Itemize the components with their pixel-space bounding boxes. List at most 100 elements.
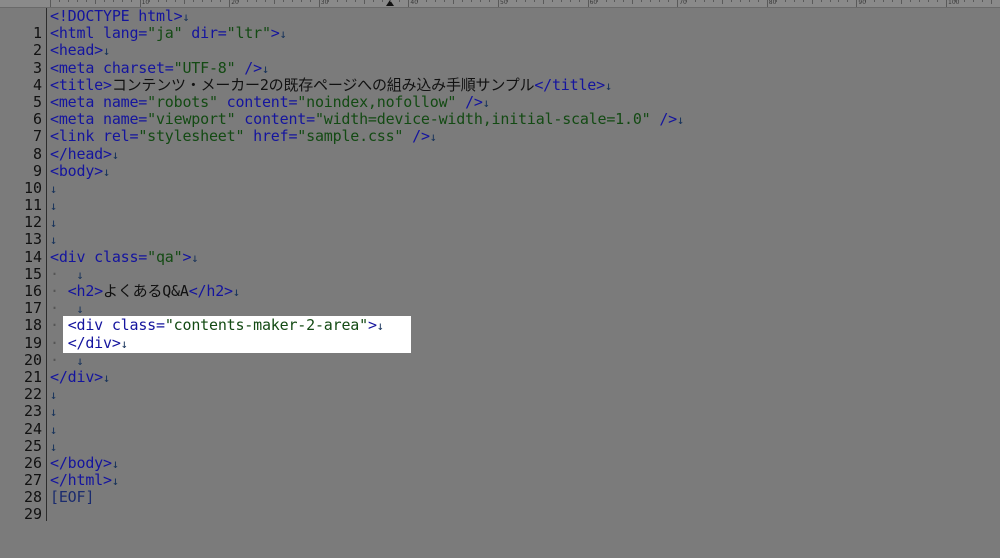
- ruler-tick: [515, 0, 517, 2]
- code-text: content=: [217, 92, 298, 111]
- ruler-tick: [937, 0, 939, 2]
- eol-marker: ↓: [261, 61, 269, 76]
- indent-marker: ·: [50, 282, 59, 300]
- ruler-label: 70: [679, 0, 687, 6]
- code-string: "width=device-width,initial-scale=1.0": [314, 110, 651, 129]
- ruler-tick: [175, 0, 177, 2]
- ruler-tick: [300, 0, 302, 2]
- ruler-tick: [560, 0, 562, 2]
- ruler-tick: [677, 0, 679, 7]
- ruler-tick: [282, 0, 284, 2]
- ruler-tick: [829, 0, 831, 2]
- ruler-label: 90: [858, 0, 867, 6]
- ruler-tick: [551, 0, 553, 2]
- code-text: </body>: [50, 453, 112, 472]
- ruler-label: 100: [948, 0, 960, 6]
- ruler-tick: [381, 0, 383, 2]
- ruler-tick: [112, 0, 114, 2]
- ruler-tick: [713, 0, 715, 2]
- eol-marker: ↓: [429, 130, 437, 145]
- eol-marker: ↓: [103, 44, 111, 59]
- code-text: href=: [244, 127, 298, 146]
- ruler-tick: [435, 0, 437, 2]
- code-line: 27 </body>↓: [0, 453, 1000, 489]
- code-line: 1 <!DOCTYPE html>↓: [0, 7, 1000, 42]
- code-string: "stylesheet": [138, 127, 245, 146]
- ruler-tick: [363, 0, 365, 4]
- ruler-tick: [139, 0, 141, 7]
- code-text: コンテンツ・メーカー2の既存ページへの組み込み手順サンプル: [111, 75, 535, 94]
- ruler-tick: [85, 0, 87, 2]
- ruler-tick: [345, 0, 347, 2]
- ruler-tick: [847, 0, 849, 2]
- ruler-tick: [184, 0, 186, 4]
- code-text: <head>: [50, 41, 103, 60]
- code-text: />: [235, 58, 262, 77]
- code-string: "ltr": [226, 24, 271, 43]
- ruler-tick: [605, 0, 607, 2]
- code-text: >: [270, 24, 280, 43]
- ruler-tick: [856, 0, 858, 7]
- ruler-tick: [94, 0, 96, 4]
- code-text: </div>: [67, 333, 121, 352]
- code-text: <title>: [50, 75, 112, 94]
- ruler-tick: [614, 0, 616, 2]
- ruler-tick: [919, 0, 921, 2]
- eol-marker: ↓: [376, 319, 384, 334]
- ruler-tick: [990, 0, 992, 4]
- ruler-tick: [668, 0, 670, 2]
- ruler-tick: [103, 0, 105, 2]
- ruler-tick: [910, 0, 912, 2]
- code-string: "contents-maker-2-area": [164, 316, 368, 335]
- ruler-tick: [291, 0, 293, 2]
- ruler-tick: [892, 0, 894, 2]
- ruler-label: 80: [768, 0, 777, 6]
- ruler-tick: [704, 0, 706, 2]
- ruler-tick: [498, 0, 499, 7]
- code-text: </title>: [534, 75, 605, 94]
- ruler-tick: [784, 0, 786, 2]
- ruler-tick: [730, 0, 732, 2]
- code-line: 21 · ↓: [0, 350, 1000, 386]
- ruler-label: 20: [231, 0, 239, 6]
- ruler-tick: [211, 0, 213, 2]
- eol-marker: ↓: [604, 78, 612, 93]
- ruler-tick: [533, 0, 535, 2]
- code-line: 11 ↓: [0, 180, 1000, 214]
- ruler-tick: [659, 0, 661, 2]
- code-line: 4 <meta charset="UTF-8" />↓: [0, 58, 1000, 94]
- eol-marker: ↓: [50, 181, 58, 196]
- ruler-tick: [542, 0, 544, 4]
- ruler-tick: [121, 0, 123, 2]
- eol-marker: ↓: [103, 370, 111, 385]
- code-text: dir=: [182, 24, 227, 43]
- code-line: 18 · ↓: [0, 299, 1000, 335]
- ruler-tick: [757, 0, 759, 2]
- ruler-tick: [471, 0, 473, 2]
- eol-marker: ↓: [111, 456, 119, 471]
- eol-marker: ↓: [50, 405, 58, 420]
- code-line: 22 </div>↓: [0, 368, 1000, 403]
- ruler-tick: [766, 0, 768, 7]
- indent-marker: ·: [50, 350, 59, 369]
- eol-marker: ↓: [279, 27, 287, 42]
- ruler-tick: [883, 0, 885, 2]
- code-line: 17 · <h2>よくあるQ&A</h2>↓: [0, 282, 1000, 317]
- code-line: 24 ↓: [0, 403, 1000, 437]
- ruler-tick: [838, 0, 840, 2]
- code-text: </head>: [50, 144, 112, 163]
- code-text: <body>: [50, 161, 103, 180]
- eol-marker: ↓: [50, 422, 58, 437]
- code-editor[interactable]: 1 <!DOCTYPE html>↓ 2 <html lang="ja" dir…: [0, 7, 1000, 523]
- indent-marker: ·: [50, 299, 59, 318]
- ruler-tick: [58, 0, 60, 2]
- code-line: 28 </html>↓: [0, 471, 1000, 506]
- ruler-tick: [569, 0, 571, 2]
- code-line: 6 <meta name="robots" content="noindex,n…: [0, 92, 1000, 128]
- ruler-tick: [50, 0, 51, 7]
- indent-marker: ·: [50, 333, 59, 352]
- ruler-tick: [408, 0, 410, 7]
- eol-marker: ↓: [50, 199, 58, 214]
- ruler-tick: [372, 0, 374, 2]
- code-line: 12 ↓: [0, 197, 1000, 231]
